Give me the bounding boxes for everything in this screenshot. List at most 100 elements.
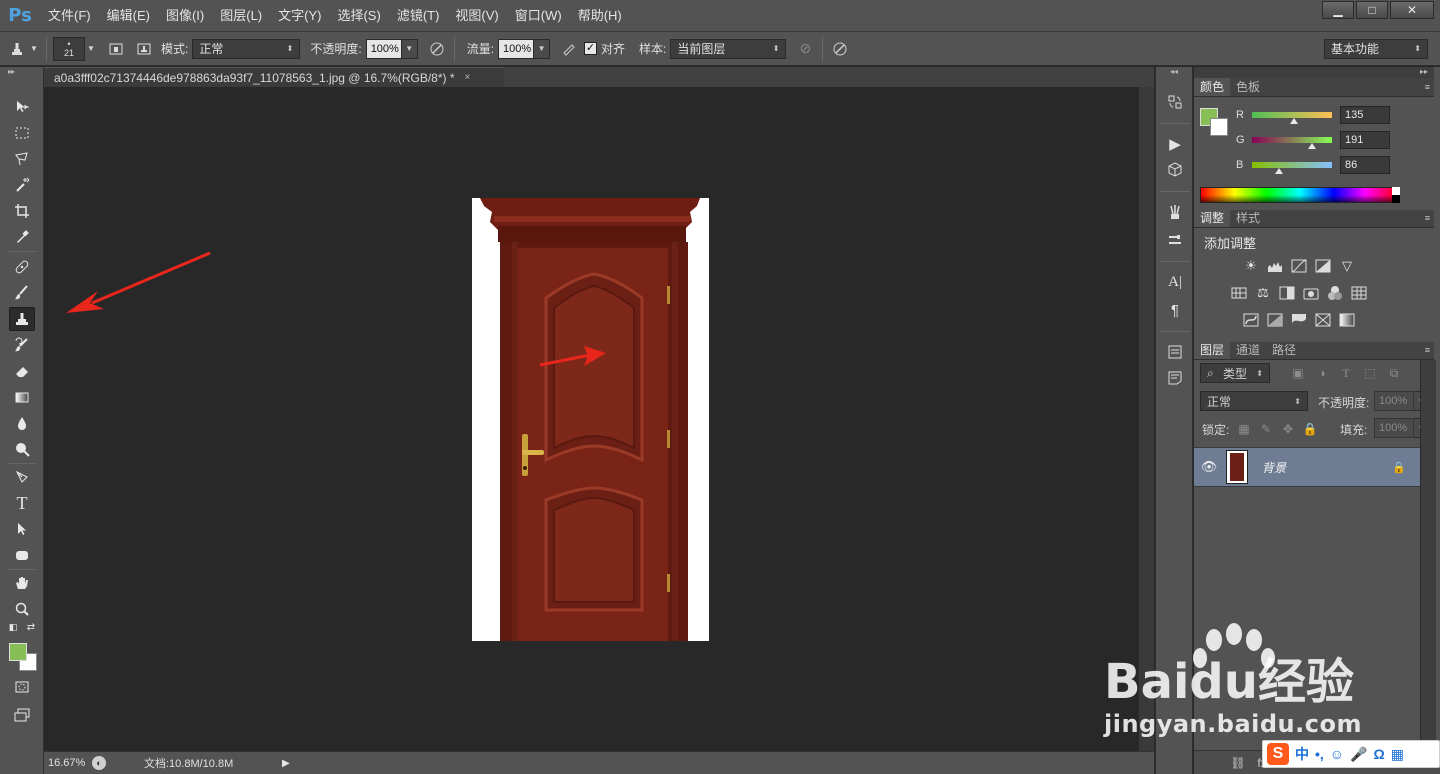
lock-transparent-icon[interactable]: ▦ bbox=[1236, 421, 1252, 437]
menu-filter[interactable]: 滤镜(T) bbox=[389, 0, 448, 32]
align-checkbox[interactable]: ✓ bbox=[584, 42, 598, 55]
preset-dropdown-arrow[interactable]: ▼ bbox=[28, 38, 40, 60]
zoom-level[interactable]: 16.67% bbox=[44, 757, 92, 769]
panel-menu-icon[interactable]: ≡ bbox=[1425, 213, 1430, 223]
menu-help[interactable]: 帮助(H) bbox=[570, 0, 630, 32]
ime-language-mode[interactable]: 中 bbox=[1295, 744, 1309, 764]
opacity-dropdown[interactable]: ▼ bbox=[401, 38, 418, 59]
lock-position-icon[interactable]: ✥ bbox=[1280, 421, 1296, 437]
green-slider-thumb[interactable] bbox=[1308, 143, 1316, 149]
flow-input[interactable]: 100% bbox=[498, 38, 535, 59]
clone-stamp-tool-icon[interactable] bbox=[9, 307, 35, 331]
foreground-color-swatch[interactable] bbox=[9, 643, 27, 661]
notes-panel-icon[interactable] bbox=[1164, 367, 1186, 389]
blend-mode-select[interactable]: 正常 ⬍ bbox=[1200, 391, 1308, 411]
opacity-input[interactable]: 100% bbox=[365, 38, 402, 59]
menu-image[interactable]: 图像(I) bbox=[158, 0, 212, 32]
canvas-vertical-scrollbar[interactable] bbox=[1138, 87, 1154, 751]
red-value[interactable]: 135 bbox=[1340, 106, 1390, 124]
channel-mixer-icon[interactable] bbox=[1326, 284, 1344, 302]
minimize-button[interactable]: ▁ bbox=[1322, 1, 1354, 19]
omega-icon[interactable]: Ω bbox=[1374, 746, 1385, 762]
magic-wand-tool-icon[interactable] bbox=[9, 173, 35, 197]
screen-mode-icon[interactable] bbox=[9, 703, 35, 727]
filter-adjustment-icon[interactable]: ◑ bbox=[1314, 365, 1330, 381]
pressure-opacity-icon[interactable] bbox=[426, 38, 448, 60]
zoom-tool-icon[interactable] bbox=[9, 597, 35, 621]
panel-menu-icon[interactable]: ≡ bbox=[1425, 345, 1430, 355]
layer-name[interactable]: 背景 bbox=[1262, 459, 1286, 476]
rectangle-tool-icon[interactable] bbox=[9, 543, 35, 567]
canvas-area[interactable] bbox=[44, 87, 1138, 751]
character-panel-icon[interactable]: A| bbox=[1164, 271, 1186, 293]
pen-tool-icon[interactable] bbox=[9, 465, 35, 489]
maximize-button[interactable]: □ bbox=[1356, 1, 1388, 19]
quick-mask-icon[interactable] bbox=[9, 675, 35, 699]
type-tool-icon[interactable]: T bbox=[9, 491, 35, 515]
dodge-tool-icon[interactable] bbox=[9, 437, 35, 461]
layer-row-background[interactable]: 👁 背景 🔒 bbox=[1194, 447, 1420, 487]
path-selection-tool-icon[interactable] bbox=[9, 517, 35, 541]
levels-icon[interactable] bbox=[1266, 257, 1284, 275]
hand-tool-icon[interactable] bbox=[9, 571, 35, 595]
color-spectrum-bar[interactable] bbox=[1200, 187, 1400, 203]
paragraph-panel-icon[interactable]: ¶ bbox=[1164, 299, 1186, 321]
actions-panel-icon[interactable]: ▶ bbox=[1164, 133, 1186, 155]
red-slider[interactable] bbox=[1252, 112, 1332, 124]
tab-layers[interactable]: 图层 bbox=[1194, 341, 1231, 359]
menu-window[interactable]: 窗口(W) bbox=[507, 0, 570, 32]
lock-image-icon[interactable]: ✎ bbox=[1258, 421, 1274, 437]
blue-value[interactable]: 86 bbox=[1340, 156, 1390, 174]
layers-scrollbar[interactable] bbox=[1420, 360, 1436, 748]
gradient-map-icon[interactable] bbox=[1338, 311, 1356, 329]
photo-filter-icon[interactable] bbox=[1302, 284, 1320, 302]
tab-channels[interactable]: 通道 bbox=[1230, 341, 1266, 359]
panel-menu-icon[interactable]: ≡ bbox=[1425, 82, 1430, 92]
expand-dock-icon[interactable]: ◂◂ bbox=[1156, 67, 1192, 79]
threshold-icon[interactable] bbox=[1290, 311, 1308, 329]
mode-select[interactable]: 正常 ⬍ bbox=[192, 38, 301, 59]
filter-pixel-icon[interactable]: ▣ bbox=[1290, 365, 1306, 381]
airbrush-icon[interactable] bbox=[558, 38, 580, 60]
document-tab[interactable]: a0a3fff02c71374446de978863da93f7_1107856… bbox=[44, 67, 504, 87]
green-value[interactable]: 191 bbox=[1340, 131, 1390, 149]
brush-panel-toggle-icon[interactable] bbox=[105, 38, 127, 60]
menu-view[interactable]: 视图(V) bbox=[447, 0, 506, 32]
blue-slider-thumb[interactable] bbox=[1275, 168, 1284, 174]
tab-swatches[interactable]: 色板 bbox=[1230, 78, 1266, 96]
hue-saturation-icon[interactable] bbox=[1230, 284, 1248, 302]
eyedropper-tool-icon[interactable] bbox=[9, 225, 35, 249]
black-white-icon[interactable] bbox=[1278, 284, 1296, 302]
document-image[interactable] bbox=[472, 198, 709, 641]
blur-tool-icon[interactable] bbox=[9, 411, 35, 435]
link-layers-icon[interactable]: ⛓ bbox=[1230, 755, 1246, 771]
status-menu-arrow-icon[interactable]: ▶ bbox=[282, 758, 290, 769]
flow-dropdown[interactable]: ▼ bbox=[534, 38, 551, 59]
brush-tool-icon[interactable] bbox=[9, 281, 35, 305]
workspace-select[interactable]: 基本功能 ⬍ bbox=[1324, 38, 1428, 59]
invert-icon[interactable] bbox=[1242, 311, 1260, 329]
punctuation-icon[interactable]: •, bbox=[1315, 746, 1324, 762]
3d-panel-icon[interactable] bbox=[1164, 159, 1186, 181]
gradient-tool-icon[interactable] bbox=[9, 385, 35, 409]
black-white-swatch[interactable] bbox=[1392, 187, 1400, 203]
menu-select[interactable]: 选择(S) bbox=[329, 0, 388, 32]
layer-comps-panel-icon[interactable] bbox=[1164, 341, 1186, 363]
crop-tool-icon[interactable] bbox=[9, 199, 35, 223]
fill-input[interactable]: 100% bbox=[1374, 418, 1414, 438]
filter-type-icon[interactable]: T bbox=[1338, 365, 1354, 381]
layer-filter-select[interactable]: ⌕ 类型 ⬍ bbox=[1200, 363, 1270, 383]
menu-file[interactable]: 文件(F) bbox=[40, 0, 99, 32]
sogou-logo[interactable]: S bbox=[1267, 743, 1289, 765]
collapse-toolbar-icon[interactable]: ▸▸ bbox=[0, 67, 43, 79]
menu-layer[interactable]: 图层(L) bbox=[212, 0, 270, 32]
green-slider[interactable] bbox=[1252, 137, 1332, 149]
history-panel-icon[interactable] bbox=[1164, 91, 1186, 113]
exposure-icon[interactable] bbox=[1314, 257, 1332, 275]
red-slider-thumb[interactable] bbox=[1290, 118, 1299, 124]
selective-color-icon[interactable] bbox=[1314, 311, 1332, 329]
color-balance-icon[interactable]: ⚖ bbox=[1254, 284, 1272, 302]
grid-menu-icon[interactable]: ▦ bbox=[1391, 746, 1404, 763]
default-colors-icon[interactable]: ◧ bbox=[6, 621, 20, 633]
curves-icon[interactable] bbox=[1290, 257, 1308, 275]
